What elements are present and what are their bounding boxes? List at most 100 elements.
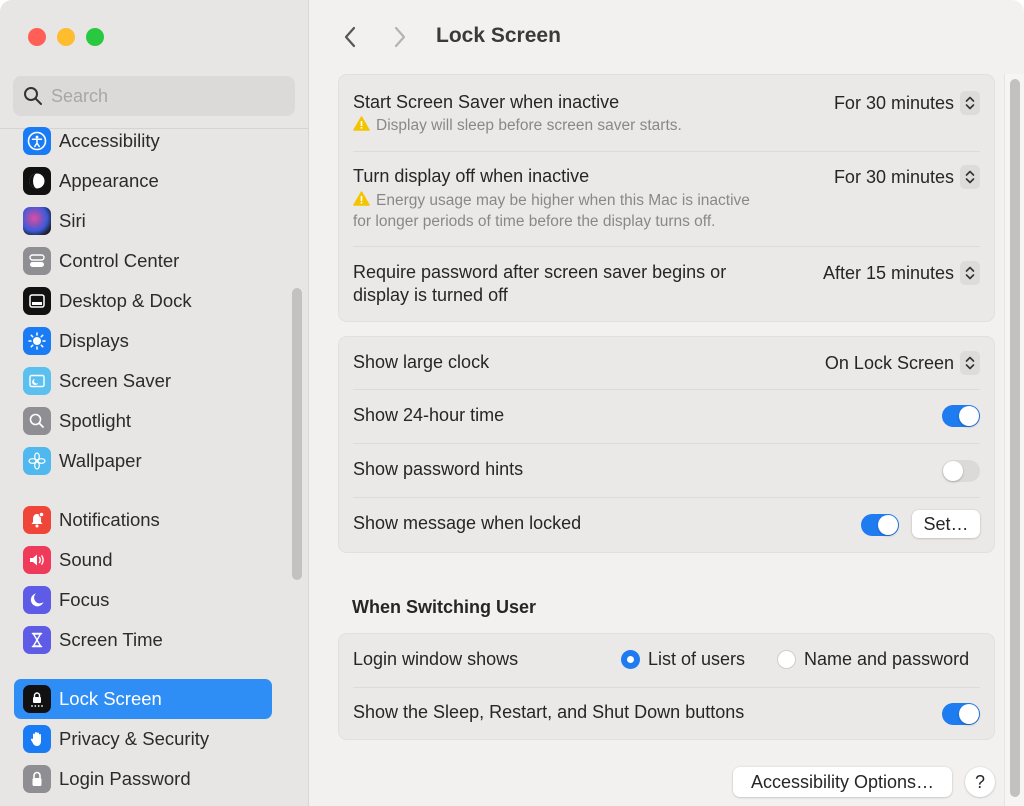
search-field[interactable] — [13, 76, 295, 116]
row-divider — [353, 151, 980, 152]
large-clock-popup[interactable]: On Lock Screen — [825, 351, 980, 375]
sidebar-item-privacy-security[interactable]: Privacy & Security — [14, 719, 272, 759]
radio-name-and-password[interactable]: Name and password — [777, 649, 969, 670]
sidebar-item-label: Control Center — [59, 250, 180, 271]
main-scrollbar-track — [1004, 74, 1024, 806]
toggle-knob — [878, 515, 898, 535]
screen-time-icon — [23, 626, 51, 654]
sidebar-item-wallpaper[interactable]: Wallpaper — [14, 441, 272, 481]
require-password-label-line2: display is turned off — [353, 285, 508, 305]
switching-user-group: Login window shows List of users Name an… — [338, 633, 995, 740]
sleep-restart-label: Show the Sleep, Restart, and Shut Down b… — [353, 702, 745, 722]
page-title: Lock Screen — [436, 24, 561, 47]
chevron-right-icon — [394, 26, 406, 48]
accessibility-options-button[interactable]: Accessibility Options… — [733, 767, 952, 797]
sidebar-item-appearance[interactable]: Appearance — [14, 161, 272, 201]
screen-saver-label: Start Screen Saver when inactive — [353, 92, 620, 112]
set-message-button[interactable]: Set… — [912, 510, 980, 538]
require-password-delay-popup[interactable]: After 15 minutes — [823, 261, 980, 285]
display-off-warning-line2: for longer periods of time before the di… — [353, 213, 716, 230]
screen-saver-warning: Display will sleep before screen saver s… — [353, 115, 682, 136]
sidebar-item-label: Login Password — [59, 768, 191, 789]
displays-icon — [23, 327, 51, 355]
toggle-knob — [943, 461, 963, 481]
sidebar-item-label: Focus — [59, 589, 110, 610]
close-window-button[interactable] — [28, 28, 46, 46]
sidebar-item-label: Wallpaper — [59, 450, 142, 471]
privacy-hand-icon — [23, 725, 51, 753]
up-down-chevron-icon — [960, 261, 980, 285]
screen-saver-delay-popup[interactable]: For 30 minutes — [834, 91, 980, 115]
radio-button-unchecked — [777, 650, 796, 669]
spotlight-icon — [23, 407, 51, 435]
search-icon — [24, 87, 42, 105]
radio-list-of-users[interactable]: List of users — [621, 649, 745, 670]
help-button[interactable]: ? — [965, 767, 995, 797]
popup-value: For 30 minutes — [833, 166, 954, 187]
display-off-warning: Energy usage may be higher when this Mac… — [353, 190, 750, 211]
sidebar-item-spotlight[interactable]: Spotlight — [14, 401, 272, 441]
message-when-locked-row: Show message when locked Set… — [353, 510, 980, 540]
sidebar-item-login-password[interactable]: Login Password — [14, 759, 272, 799]
sidebar-item-lock-screen[interactable]: Lock Screen — [14, 679, 272, 719]
sidebar-item-label: Spotlight — [59, 410, 131, 431]
require-password-row: Require password after screen saver begi… — [353, 261, 980, 311]
main-scrollbar-thumb[interactable] — [1010, 79, 1020, 797]
display-off-label: Turn display off when inactive — [353, 166, 590, 186]
sidebar-scrollbar[interactable] — [292, 288, 302, 580]
control-center-icon — [23, 247, 51, 275]
password-hints-toggle[interactable] — [942, 460, 980, 482]
sidebar-item-sound[interactable]: Sound — [14, 540, 272, 580]
24-hour-time-label: Show 24-hour time — [353, 405, 505, 425]
screen-saver-row: Start Screen Saver when inactive Display… — [353, 89, 980, 149]
sidebar-item-siri[interactable]: Siri — [14, 201, 272, 241]
login-window-row: Login window shows List of users Name an… — [353, 648, 980, 674]
system-settings-window: Accessibility Appearance Siri Control Ce… — [0, 0, 1024, 806]
sleep-restart-toggle[interactable] — [942, 703, 980, 725]
popup-value: After 15 minutes — [822, 262, 954, 283]
message-when-locked-toggle[interactable] — [861, 514, 899, 536]
sidebar-item-screen-saver[interactable]: Screen Saver — [14, 361, 272, 401]
sidebar-item-control-center[interactable]: Control Center — [14, 241, 272, 281]
zoom-window-button[interactable] — [86, 28, 104, 46]
forward-button[interactable] — [388, 22, 412, 52]
sidebar-item-label: Lock Screen — [59, 688, 162, 709]
back-button[interactable] — [338, 22, 362, 52]
sidebar-item-accessibility[interactable]: Accessibility — [14, 121, 272, 161]
screen-saver-icon — [23, 367, 51, 395]
large-clock-label: Show large clock — [353, 352, 490, 372]
sidebar-item-label: Privacy & Security — [59, 728, 210, 749]
sidebar-item-screen-time[interactable]: Screen Time — [14, 620, 272, 660]
display-off-delay-popup[interactable]: For 30 minutes — [834, 165, 980, 189]
row-divider — [353, 443, 980, 444]
login-password-icon — [23, 765, 51, 793]
up-down-chevron-icon — [960, 165, 980, 189]
accessibility-icon — [23, 127, 51, 155]
popup-value: For 30 minutes — [833, 92, 954, 113]
sidebar-item-desktop-dock[interactable]: Desktop & Dock — [14, 281, 272, 321]
sidebar-item-label: Screen Time — [59, 629, 163, 650]
sound-icon — [23, 546, 51, 574]
sidebar-item-label: Accessibility — [59, 130, 160, 151]
radio-button-checked — [621, 650, 640, 669]
display-off-warning-line1: Energy usage may be higher when this Mac… — [376, 192, 750, 209]
sidebar-item-focus[interactable]: Focus — [14, 580, 272, 620]
24-hour-time-row: Show 24-hour time — [353, 404, 980, 430]
row-divider — [353, 687, 980, 688]
message-when-locked-label: Show message when locked — [353, 513, 582, 533]
up-down-chevron-icon — [960, 351, 980, 375]
large-clock-row: Show large clock On Lock Screen — [353, 351, 980, 377]
appearance-icon — [23, 167, 51, 195]
sidebar-item-label: Desktop & Dock — [59, 290, 192, 311]
row-divider — [353, 246, 980, 247]
sidebar-item-displays[interactable]: Displays — [14, 321, 272, 361]
24-hour-time-toggle[interactable] — [942, 405, 980, 427]
display-off-row: Turn display off when inactive Energy us… — [353, 165, 980, 235]
clock-settings-group: Show large clock On Lock Screen Show 24-… — [338, 336, 995, 553]
when-switching-user-heading: When Switching User — [352, 597, 537, 617]
traffic-lights — [28, 28, 104, 46]
sidebar-item-notifications[interactable]: Notifications — [14, 500, 272, 540]
search-input[interactable] — [51, 85, 271, 107]
siri-icon — [23, 207, 51, 235]
minimize-window-button[interactable] — [57, 28, 75, 46]
